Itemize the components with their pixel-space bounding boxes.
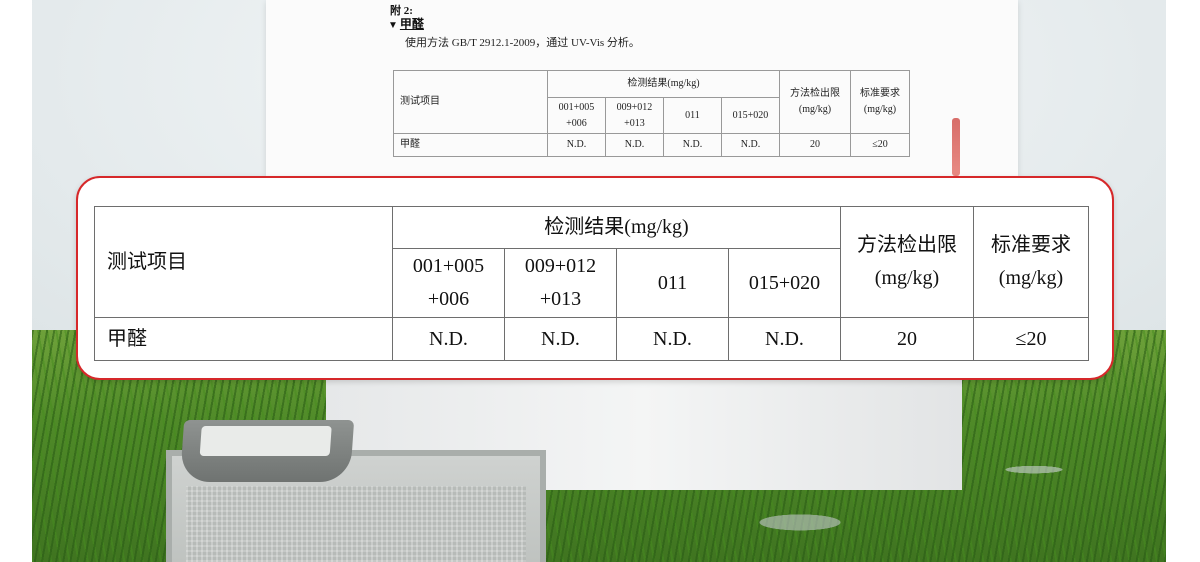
report-table-small: 测试项目 检测结果(mg/kg) 方法检出限 (mg/kg) 标准要求 (mg/kg…: [393, 69, 910, 157]
zoom-row-result-2: N.D.: [504, 317, 617, 361]
header-sample-2: 009+012 +013: [605, 97, 664, 134]
zoom-row-result-1: N.D.: [392, 317, 505, 361]
header-test-item: 测试项目: [393, 70, 548, 134]
zoom-header-sample-1: 001+005 +006: [392, 248, 505, 318]
table-row: 甲醛 N.D. N.D. N.D. N.D. 20 ≤20: [393, 133, 910, 157]
header-sample-3: 011: [663, 97, 722, 134]
bassinet-tray: [179, 420, 355, 482]
triangle-marker-icon: ▼: [388, 20, 398, 31]
row-result-3: N.D.: [663, 133, 722, 157]
zoom-header-sample-4: 015+020: [728, 248, 841, 318]
zoom-header-test-item: 测试项目: [94, 206, 393, 318]
zoom-header-detection-limit: 方法检出限 (mg/kg): [840, 206, 974, 318]
method-text: 使用方法 GB/T 2912.1-2009，通过 UV-Vis 分析。: [405, 37, 640, 49]
red-seal-edge: [952, 118, 960, 176]
zoom-header-standard: 标准要求 (mg/kg): [973, 206, 1089, 318]
zoom-header-result-group: 检测结果(mg/kg): [392, 206, 841, 249]
header-result-group: 检测结果(mg/kg): [547, 69, 780, 99]
header-detection-limit: 方法检出限 (mg/kg): [779, 70, 851, 134]
zoom-row-standard: ≤20: [973, 317, 1089, 361]
table-row: 甲醛 N.D. N.D. N.D. N.D. 20 ≤20: [94, 317, 1089, 361]
row-result-4: N.D.: [721, 133, 780, 157]
row-result-1: N.D.: [547, 133, 606, 157]
report-table-zoomed: 测试项目 检测结果(mg/kg) 方法检出限 (mg/kg) 标准要求 (mg/kg…: [94, 206, 1089, 361]
item-heading: ▼ 甲醛: [388, 15, 424, 32]
playpen-mesh: [186, 486, 526, 562]
report-paper: 附 2: ▼ 甲醛 使用方法 GB/T 2912.1-2009，通过 UV-Vis…: [266, 0, 1018, 176]
zoom-row-detection-limit: 20: [840, 317, 974, 361]
row-detection-limit: 20: [779, 133, 851, 157]
zoom-row-result-4: N.D.: [728, 317, 841, 361]
header-sample-1: 001+005 +006: [547, 97, 606, 134]
row-item: 甲醛: [393, 133, 548, 157]
zoom-row-result-3: N.D.: [616, 317, 729, 361]
bassinet-mattress: [199, 426, 332, 456]
row-result-2: N.D.: [605, 133, 664, 157]
header-standard: 标准要求 (mg/kg): [850, 70, 910, 134]
header-sample-4: 015+020: [721, 97, 780, 134]
zoom-row-item: 甲醛: [94, 317, 393, 361]
row-standard: ≤20: [850, 133, 910, 157]
highlight-card: 测试项目 检测结果(mg/kg) 方法检出限 (mg/kg) 标准要求 (mg/kg…: [76, 176, 1114, 380]
item-title: 甲醛: [399, 17, 424, 31]
zoom-header-sample-3: 011: [616, 248, 729, 318]
zoom-header-sample-2: 009+012 +013: [504, 248, 617, 318]
